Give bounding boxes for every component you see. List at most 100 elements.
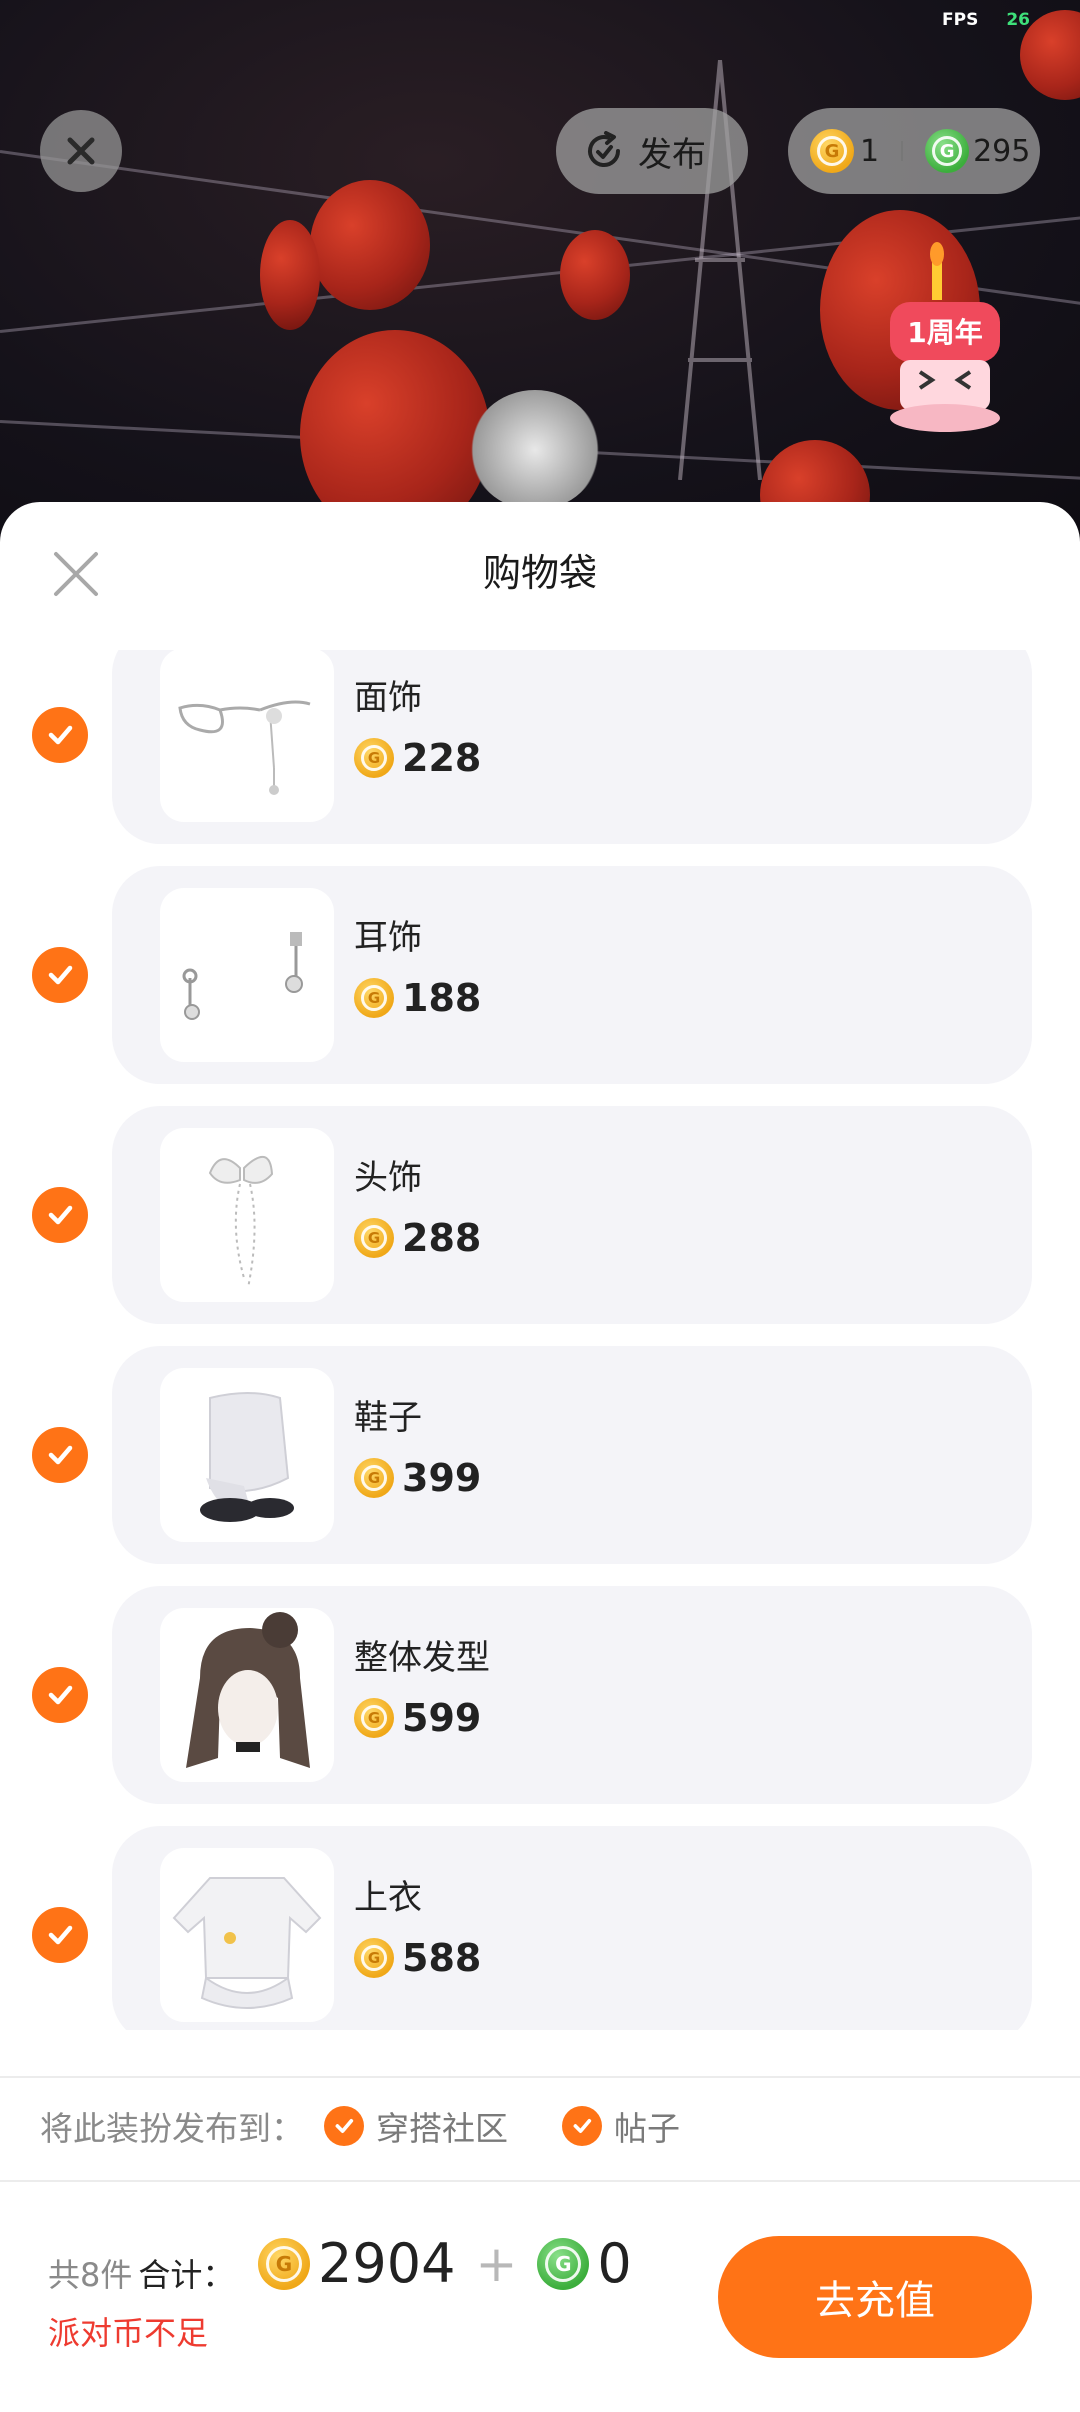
- total-price: G 2904 + G 0: [258, 2232, 632, 2295]
- sheet-header: 购物袋: [0, 502, 1080, 650]
- check-icon: [562, 2106, 602, 2146]
- fps-label: FPS: [942, 10, 979, 30]
- item-card[interactable]: 面饰 G 228: [112, 650, 1032, 844]
- gold-coin-icon: G: [258, 2237, 310, 2290]
- gold-coin-icon: G: [354, 738, 394, 778]
- shoes-image: [200, 1392, 294, 1522]
- item-count-text: 共8件: [48, 2256, 133, 2294]
- item-thumbnail: [160, 650, 334, 822]
- item-thumbnail: [160, 888, 334, 1062]
- check-icon: [48, 1925, 73, 1945]
- item-name: 鞋子: [354, 1398, 422, 1438]
- item-card[interactable]: 头饰 G 288: [112, 1106, 1032, 1324]
- gold-balance: 1: [860, 133, 880, 169]
- green-balance: 295: [973, 133, 1031, 169]
- list-item[interactable]: 上衣 G 588: [0, 1826, 1080, 2030]
- green-coin-icon: G: [925, 129, 970, 173]
- item-name: 上衣: [354, 1878, 422, 1918]
- total-label: 合计：: [138, 2256, 235, 2294]
- divider: [901, 141, 904, 161]
- gold-coin-icon: G: [354, 1938, 394, 1978]
- item-card[interactable]: 整体发型 G 599: [112, 1586, 1032, 1804]
- pumpkin-decoration: [310, 180, 430, 310]
- check-icon: [48, 1685, 73, 1705]
- item-thumbnail: [160, 1608, 334, 1782]
- publish-option-post[interactable]: 帖子: [562, 2102, 680, 2150]
- top-clothing-image: [172, 1877, 322, 2009]
- divider: [0, 2076, 1080, 2078]
- publish-option-community[interactable]: 穿搭社区: [324, 2102, 508, 2150]
- item-list[interactable]: 面饰 G 228 耳饰 G 188 头饰 G 288 鞋子 G 399 整体发型…: [0, 650, 1080, 2030]
- item-checkbox[interactable]: [32, 1427, 88, 1483]
- item-price-value: 288: [402, 1216, 482, 1260]
- fps-value: 26: [1006, 10, 1030, 30]
- item-checkbox[interactable]: [32, 1667, 88, 1723]
- list-item[interactable]: 耳饰 G 188: [0, 866, 1080, 1084]
- item-price: G 288: [354, 1216, 481, 1260]
- item-checkbox[interactable]: [32, 1907, 88, 1963]
- gold-coin-icon: G: [354, 1218, 394, 1258]
- close-icon: [67, 137, 95, 165]
- green-total-value: 0: [597, 2232, 632, 2295]
- publish-refresh-icon: [588, 131, 620, 167]
- publish-target-label: 将此装扮发布到：: [40, 2109, 304, 2148]
- publish-option-label: 帖子: [614, 2109, 680, 2148]
- list-item[interactable]: 鞋子 G 399: [0, 1346, 1080, 1564]
- close-scene-button[interactable]: [40, 110, 122, 192]
- item-name: 耳饰: [354, 918, 422, 958]
- item-card[interactable]: 耳饰 G 188: [112, 866, 1032, 1084]
- item-price: G 399: [354, 1456, 481, 1500]
- item-price-value: 399: [402, 1456, 482, 1500]
- item-price-value: 599: [402, 1696, 482, 1740]
- item-thumbnail: [160, 1368, 334, 1542]
- item-card[interactable]: 上衣 G 588: [112, 1826, 1032, 2030]
- item-price: G 228: [354, 736, 481, 780]
- list-item[interactable]: 面饰 G 228: [0, 650, 1080, 844]
- item-price-value: 188: [402, 976, 482, 1020]
- item-name: 整体发型: [354, 1638, 490, 1678]
- currency-balance[interactable]: G 1 G 295: [788, 108, 1040, 194]
- gold-total-value: 2904: [318, 2232, 456, 2295]
- sheet-title: 购物袋: [482, 551, 597, 595]
- item-name: 头饰: [354, 1158, 422, 1198]
- hairstyle-image: [186, 1612, 310, 1768]
- publish-label: 发布: [638, 134, 706, 175]
- item-name: 面饰: [354, 678, 422, 718]
- glasses-accessory-image: [178, 700, 311, 795]
- plus-sign: +: [475, 2234, 518, 2293]
- item-price-value: 228: [402, 736, 482, 780]
- svg-text:1周年: 1周年: [907, 316, 982, 349]
- character-head-preview: [470, 390, 600, 510]
- divider: [0, 2180, 1080, 2182]
- item-checkbox[interactable]: [32, 1187, 88, 1243]
- game-scene-background: FPS 26 发布 G 1 G 295 1周年: [0, 0, 1080, 540]
- anniversary-badge[interactable]: 1周年: [880, 240, 1010, 440]
- check-icon: [48, 725, 73, 745]
- item-price: G 588: [354, 1936, 481, 1980]
- item-card[interactable]: 鞋子 G 399: [112, 1346, 1032, 1564]
- butterfly-headpiece-image: [208, 1156, 274, 1289]
- earrings-image: [182, 932, 303, 1020]
- item-checkbox[interactable]: [32, 947, 88, 1003]
- list-item[interactable]: 整体发型 G 599: [0, 1586, 1080, 1804]
- item-price-value: 588: [402, 1936, 482, 1980]
- item-checkbox[interactable]: [32, 707, 88, 763]
- list-item[interactable]: 头饰 G 288: [0, 1106, 1080, 1324]
- green-coin-icon: G: [537, 2237, 590, 2290]
- fps-counter: FPS 26: [942, 10, 1030, 30]
- gold-coin-icon: G: [354, 1698, 394, 1738]
- publish-option-label: 穿搭社区: [376, 2109, 508, 2148]
- pumpkin-decoration: [560, 230, 630, 320]
- gold-coin-icon: G: [354, 1458, 394, 1498]
- check-icon: [324, 2106, 364, 2146]
- item-thumbnail: [160, 1128, 334, 1302]
- check-icon: [48, 1445, 73, 1465]
- item-price: G 599: [354, 1696, 481, 1740]
- item-thumbnail: [160, 1848, 334, 2022]
- gold-coin-icon: G: [810, 129, 854, 173]
- pumpkin-decoration: [260, 220, 320, 330]
- recharge-button[interactable]: 去充值: [718, 2236, 1032, 2358]
- gold-coin-icon: G: [354, 978, 394, 1018]
- publish-button[interactable]: 发布: [556, 108, 748, 194]
- check-icon: [48, 965, 73, 985]
